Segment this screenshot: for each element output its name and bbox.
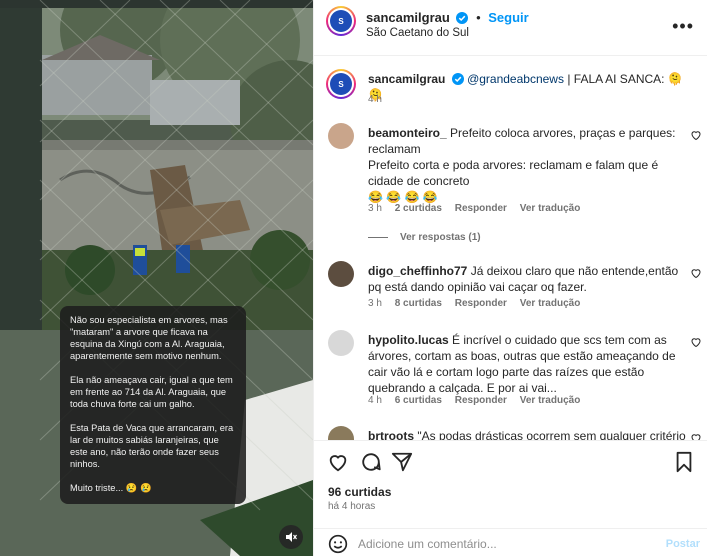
author-username[interactable]: sancamilgrau — [366, 10, 450, 25]
commenter-avatar[interactable] — [328, 261, 354, 287]
verified-badge-icon — [456, 12, 469, 24]
view-replies-button[interactable]: Ver respostas (1) — [368, 232, 481, 243]
comment-icon[interactable] — [360, 451, 382, 473]
heart-icon[interactable] — [690, 267, 702, 279]
post-sidebar: S sancamilgrau • Seguir São Caetano do S… — [313, 0, 707, 556]
share-icon[interactable] — [391, 451, 413, 473]
comment-username[interactable]: brtroots — [368, 429, 414, 440]
post-action-bar — [314, 440, 707, 476]
post-timestamp[interactable]: há 4 horas — [328, 501, 375, 512]
comment-time[interactable]: 3 h — [368, 203, 382, 214]
overlay-paragraph: Ela não ameaçava cair, igual a que tem e… — [70, 375, 233, 409]
post-media[interactable]: Não sou especialista em arvores, mas "ma… — [0, 0, 313, 556]
comment-likes[interactable]: 8 curtidas — [395, 298, 442, 309]
comment-composer: Postar — [314, 528, 707, 556]
view-replies-label: Ver respostas (1) — [400, 232, 481, 243]
comments-list[interactable]: S sancamilgrau @grandeabcnews | FALA AI … — [314, 57, 707, 440]
instagram-post-view: Não sou especialista em arvores, mas "ma… — [0, 0, 707, 556]
speaker-muted-icon — [286, 532, 297, 542]
commenter-avatar[interactable] — [328, 330, 354, 356]
overlay-paragraph: Não sou especialista em arvores, mas "ma… — [70, 315, 228, 361]
comment-text: "As podas drásticas ocorrem sem qualquer… — [417, 429, 686, 440]
post-location[interactable]: São Caetano do Sul — [366, 27, 469, 39]
comment-likes[interactable]: 6 curtidas — [395, 395, 442, 406]
comment-username[interactable]: hypolito.lucas — [368, 333, 449, 347]
reply-button[interactable]: Responder — [455, 203, 507, 214]
author-avatar[interactable]: S — [326, 6, 356, 36]
mute-button[interactable] — [279, 525, 303, 549]
comment-username[interactable]: beamonteiro_ — [368, 126, 447, 140]
post-comment-button[interactable]: Postar — [666, 538, 700, 550]
commenter-avatar[interactable] — [328, 123, 354, 149]
likes-count[interactable]: 96 curtidas — [328, 485, 391, 499]
separator-dot: • — [476, 10, 481, 25]
translate-button[interactable]: Ver tradução — [520, 298, 581, 309]
reply-button[interactable]: Responder — [455, 395, 507, 406]
heart-icon[interactable] — [690, 336, 702, 348]
translate-button[interactable]: Ver tradução — [520, 395, 581, 406]
emoji-icon[interactable] — [328, 534, 348, 554]
reply-button[interactable]: Responder — [455, 298, 507, 309]
more-horizontal-icon: ••• — [672, 16, 694, 36]
replies-divider — [368, 237, 388, 238]
comment-input[interactable] — [358, 534, 658, 554]
translate-button[interactable]: Ver tradução — [520, 203, 581, 214]
caption-time[interactable]: 4 h — [368, 94, 382, 105]
overlay-paragraph: Esta Pata de Vaca que arrancaram, era la… — [70, 423, 234, 469]
comment-time[interactable]: 3 h — [368, 298, 382, 309]
bookmark-icon[interactable] — [673, 451, 695, 473]
comment-time[interactable]: 4 h — [368, 395, 382, 406]
verified-badge-icon — [451, 73, 464, 85]
heart-icon[interactable] — [327, 451, 349, 473]
heart-icon[interactable] — [690, 432, 702, 440]
comment-username[interactable]: digo_cheffinho77 — [368, 264, 467, 278]
heart-icon[interactable] — [690, 129, 702, 141]
caption-avatar[interactable]: S — [326, 69, 356, 99]
comment-likes[interactable]: 2 curtidas — [395, 203, 442, 214]
caption-username[interactable]: sancamilgrau — [368, 72, 445, 86]
story-text-overlay: Não sou especialista em arvores, mas "ma… — [60, 306, 246, 504]
more-options-button[interactable]: ••• — [672, 16, 694, 37]
follow-button[interactable]: Seguir — [488, 10, 528, 25]
caption-mention[interactable]: @grandeabcnews — [467, 72, 564, 86]
post-header: S sancamilgrau • Seguir São Caetano do S… — [314, 0, 707, 56]
overlay-paragraph: Muito triste... 😢 😢 — [70, 483, 152, 493]
commenter-avatar[interactable] — [328, 426, 354, 440]
